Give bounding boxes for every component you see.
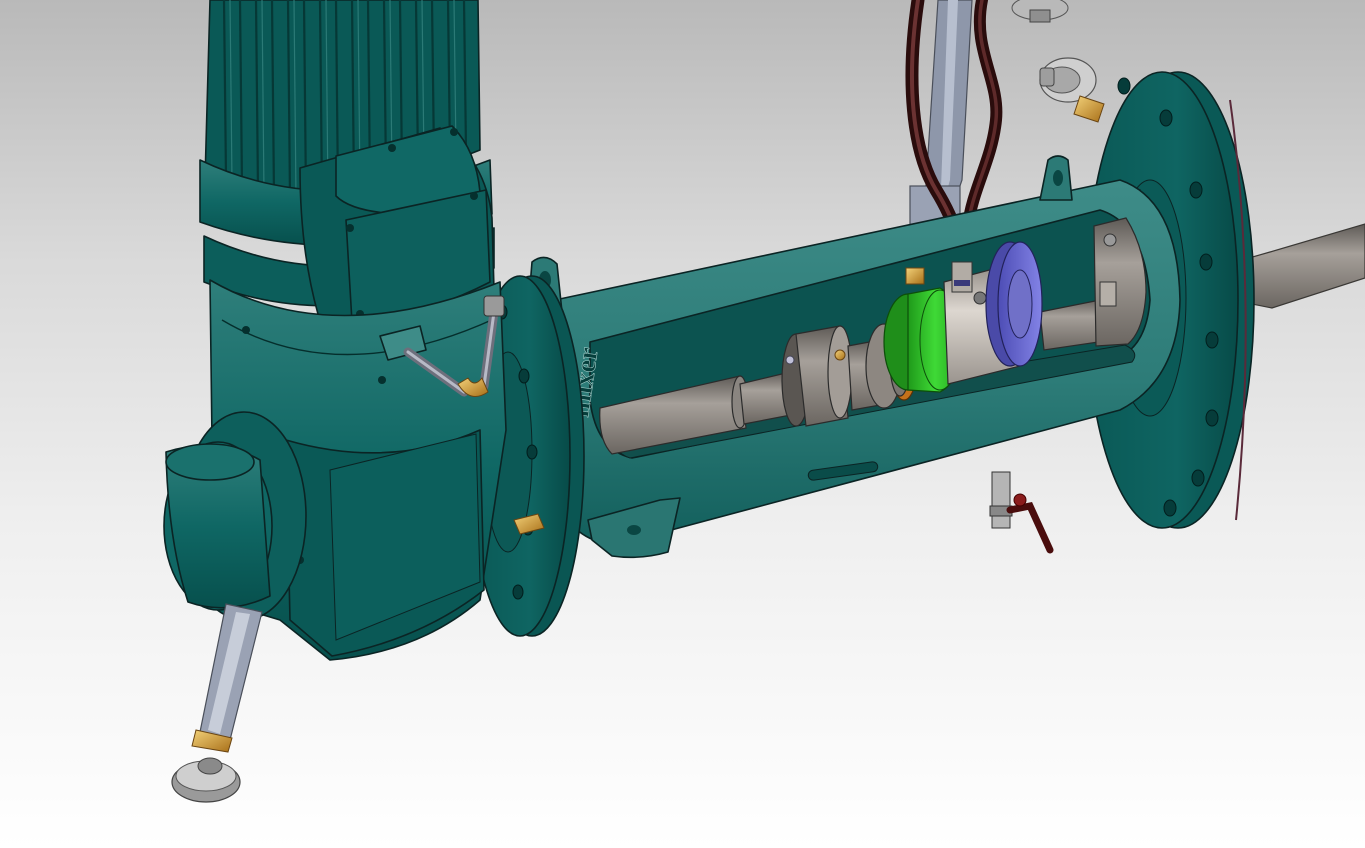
sensor-head-top — [1011, 0, 1069, 23]
mixer-assembly-render: mixer — [163, 0, 1365, 803]
sensor-head-right — [1039, 57, 1105, 123]
support-leg — [171, 603, 263, 803]
hose-right — [962, 0, 1003, 232]
blue-spacer-ring — [985, 241, 1043, 367]
cad-viewport[interactable]: mixer — [0, 0, 1365, 848]
gearbox-side-cap — [163, 411, 307, 621]
bearing-housing-left — [781, 325, 853, 427]
drain-valve — [989, 471, 1054, 554]
